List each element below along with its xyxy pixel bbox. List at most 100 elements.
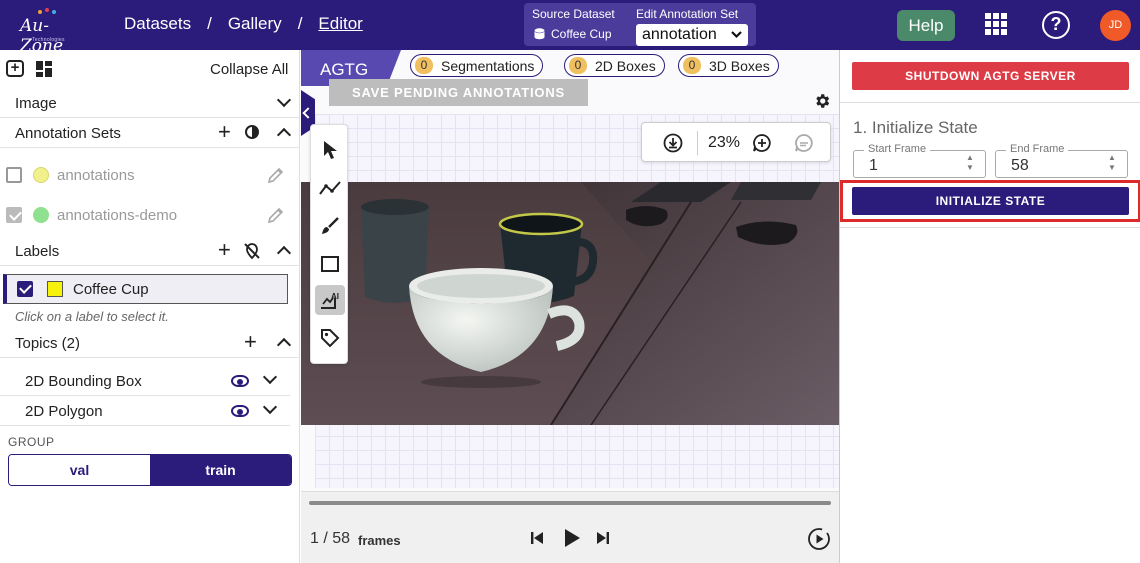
eye-icon[interactable] <box>231 375 249 387</box>
eye-icon[interactable] <box>231 405 249 417</box>
chevron-up-icon[interactable] <box>276 245 292 261</box>
breadcrumb-gallery[interactable]: Gallery <box>228 14 282 34</box>
annotation-set-selected: annotation <box>642 26 717 43</box>
skip-next-icon[interactable] <box>595 530 611 546</box>
pencil-icon[interactable] <box>266 205 286 225</box>
3d-boxes-count: 0 <box>683 57 701 74</box>
svg-text:AI: AI <box>331 292 339 301</box>
2d-boxes-count: 0 <box>569 57 587 74</box>
select-arrow-icon[interactable] <box>315 135 345 165</box>
start-frame-stepper[interactable]: ▲ ▼ <box>963 153 977 175</box>
annotation-set-item[interactable]: annotations-demo <box>0 196 300 236</box>
source-dataset-value: Coffee Cup <box>534 27 612 41</box>
segmentations-count: 0 <box>415 57 433 74</box>
play-icon[interactable] <box>562 527 582 549</box>
segmentations-label: Segmentations <box>441 57 535 74</box>
label-checkbox[interactable] <box>17 281 33 297</box>
section-annotation-sets[interactable]: Annotation Sets + <box>0 118 300 148</box>
help-button[interactable]: Help <box>897 10 955 41</box>
start-frame-value: 1 <box>869 157 878 174</box>
add-annotation-set-icon[interactable]: + <box>218 121 231 143</box>
loop-play-icon[interactable] <box>807 527 831 551</box>
start-frame-label: Start Frame <box>864 143 931 155</box>
add-topic-icon[interactable]: + <box>244 331 257 353</box>
skip-previous-icon[interactable] <box>529 530 545 546</box>
dashboard-icon[interactable] <box>36 61 52 77</box>
contrast-icon[interactable] <box>245 125 259 139</box>
initialize-state-button[interactable]: INITIALIZE STATE <box>852 187 1129 215</box>
edit-annotation-set-label: Edit Annotation Set <box>636 7 739 21</box>
source-dataset-name: Coffee Cup <box>551 27 612 41</box>
end-frame-value: 58 <box>1011 157 1029 174</box>
editor-canvas-panel: AGTG 0 Segmentations 0 2D Boxes 0 3D Box… <box>301 50 839 563</box>
group-option-train[interactable]: train <box>150 455 291 485</box>
frames-label: frames <box>358 533 401 548</box>
save-pending-annotations-button[interactable]: SAVE PENDING ANNOTATIONS <box>329 79 588 106</box>
annotation-set-select[interactable]: annotation <box>636 24 748 46</box>
topic-item[interactable]: 2D Bounding Box <box>0 366 290 396</box>
topic-item[interactable]: 2D Polygon <box>0 396 290 426</box>
hide-labels-icon[interactable] <box>243 242 261 260</box>
section-topics[interactable]: Topics (2) + <box>0 328 300 358</box>
logo-subtext: Technologies <box>32 37 65 43</box>
divider <box>697 131 698 155</box>
3d-boxes-label: 3D Boxes <box>709 57 770 74</box>
frame-counter: 1 / 58 <box>310 530 351 547</box>
database-icon <box>534 28 545 40</box>
zoom-in-icon[interactable] <box>752 133 772 153</box>
chevron-up-icon[interactable] <box>276 127 292 143</box>
topic-name: 2D Polygon <box>25 403 103 420</box>
breadcrumb-editor[interactable]: Editor <box>318 14 362 34</box>
initialize-state-title: 1. Initialize State <box>853 118 978 137</box>
avatar[interactable]: JD <box>1100 10 1131 41</box>
segmentations-count-pill[interactable]: 0 Segmentations <box>410 54 544 77</box>
source-dataset-label: Source Dataset <box>532 7 615 21</box>
collapse-all-link[interactable]: Collapse All <box>210 61 288 78</box>
annotation-toolbar: AI <box>310 124 348 364</box>
2d-boxes-label: 2D Boxes <box>595 57 656 74</box>
annotation-set-item[interactable]: annotations <box>0 156 300 196</box>
section-annotation-sets-title: Annotation Sets <box>15 125 121 142</box>
group-toggle: val train <box>8 454 292 486</box>
add-label-icon[interactable]: + <box>218 239 231 261</box>
apps-grid-icon[interactable] <box>985 13 1007 35</box>
divider <box>840 227 1140 228</box>
au-zone-logo[interactable]: Au-Zone Technologies <box>18 6 84 56</box>
shutdown-agtg-server-button[interactable]: SHUTDOWN AGTG SERVER <box>852 62 1129 90</box>
breadcrumb-datasets[interactable]: Datasets <box>124 14 191 34</box>
pencil-icon[interactable] <box>266 165 286 185</box>
3d-boxes-count-pill[interactable]: 0 3D Boxes <box>678 54 779 77</box>
label-item-coffee-cup[interactable]: Coffee Cup <box>3 274 288 304</box>
add-square-icon[interactable]: + <box>6 60 24 77</box>
brush-icon[interactable] <box>315 211 345 241</box>
download-icon[interactable] <box>663 133 683 153</box>
breadcrumb-separator: / <box>207 14 212 33</box>
chevron-down-icon[interactable] <box>262 399 278 415</box>
logo-dot <box>38 10 42 14</box>
chevron-up-icon[interactable] <box>276 337 292 353</box>
tag-icon[interactable] <box>315 323 345 353</box>
logo-dot <box>52 10 56 14</box>
timeline-scrubber[interactable] <box>309 501 831 505</box>
chevron-down-icon[interactable] <box>262 369 278 385</box>
annotation-set-checkbox[interactable] <box>6 207 22 223</box>
2d-boxes-count-pill[interactable]: 0 2D Boxes <box>564 54 665 77</box>
end-frame-label: End Frame <box>1006 143 1069 155</box>
question-icon[interactable]: ? <box>1042 11 1070 39</box>
polyline-icon[interactable] <box>315 173 345 203</box>
group-option-val[interactable]: val <box>9 455 150 485</box>
breadcrumb-separator: / <box>297 14 303 33</box>
end-frame-field[interactable]: End Frame 58 ▲ ▼ <box>995 143 1128 178</box>
zoom-out-icon[interactable] <box>794 133 814 153</box>
start-frame-field[interactable]: Start Frame 1 ▲ ▼ <box>853 143 986 178</box>
chevron-down-icon[interactable] <box>276 92 292 108</box>
section-image[interactable]: Image <box>0 88 300 118</box>
frame-image[interactable] <box>301 182 839 425</box>
label-name: Coffee Cup <box>73 281 149 298</box>
rectangle-icon[interactable] <box>315 249 345 279</box>
ai-assist-icon[interactable]: AI <box>315 285 345 315</box>
section-labels[interactable]: Labels + <box>0 236 300 266</box>
gear-icon[interactable] <box>813 92 831 110</box>
annotation-set-checkbox[interactable] <box>6 167 22 183</box>
end-frame-stepper[interactable]: ▲ ▼ <box>1105 153 1119 175</box>
